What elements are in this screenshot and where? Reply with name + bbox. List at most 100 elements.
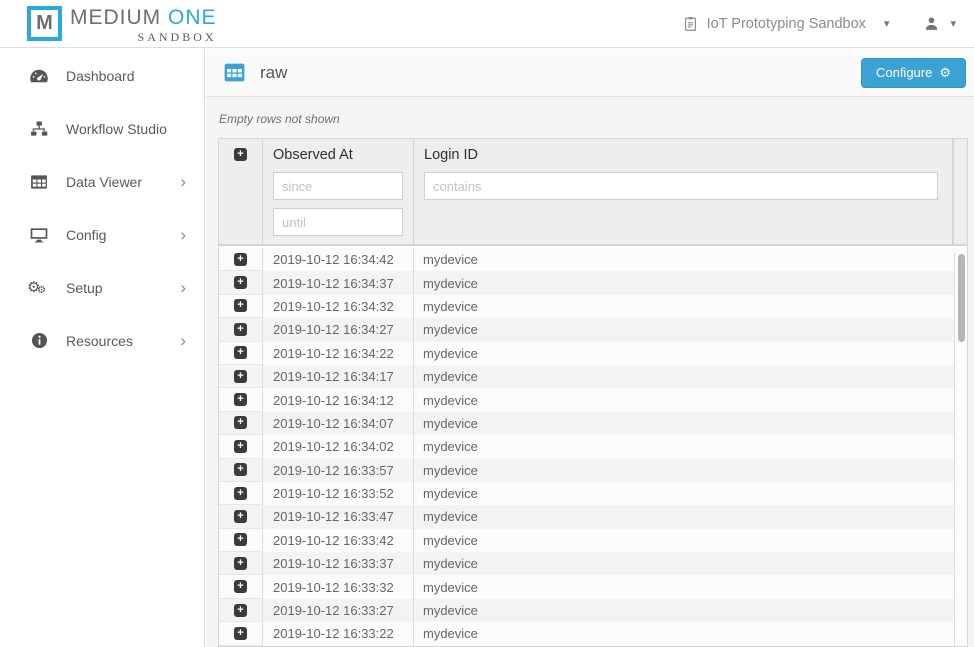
sidebar: Dashboard Workflow Studio Data Viewer › [0,49,205,647]
table-row: + 2019-10-12 16:34:37 mydevice [219,271,967,294]
row-login-id: mydevice [414,276,953,291]
expand-cell: + [219,552,263,575]
table-scrollbar-track[interactable] [954,252,967,646]
expand-row-button[interactable]: + [234,604,247,617]
row-login-id: mydevice [414,580,953,595]
expand-row-button[interactable]: + [234,533,247,546]
expand-row-button[interactable]: + [234,487,247,500]
data-table: + Observed At Login ID + 2019-10-12 16:3… [218,138,968,647]
row-login-id: mydevice [414,486,953,501]
expand-cell: + [219,622,263,645]
expand-cell: + [219,248,263,271]
sidebar-item-label: Config [66,227,106,243]
expand-all-button[interactable]: + [234,148,247,161]
expand-row-button[interactable]: + [234,276,247,289]
expand-row-button[interactable]: + [234,416,247,429]
row-observed-at: 2019-10-12 16:34:07 [263,412,414,435]
table-row: + 2019-10-12 16:34:22 mydevice [219,342,967,365]
row-observed-at: 2019-10-12 16:33:47 [263,505,414,528]
user-icon [923,15,940,32]
expand-row-button[interactable]: + [234,440,247,453]
table-row: + 2019-10-12 16:33:27 mydevice [219,599,967,622]
logo-text: MEDIUM ONE SANDBOX [70,6,217,45]
observed-at-column-label: Observed At [273,147,403,163]
expand-all-cell: + [219,139,263,244]
row-login-id: mydevice [414,393,953,408]
expand-row-button[interactable]: + [234,557,247,570]
sidebar-item-label: Dashboard [66,68,135,84]
chevron-right-icon: › [180,226,186,243]
row-observed-at: 2019-10-12 16:34:17 [263,365,414,388]
brand-accent: ONE [168,6,217,29]
table-icon [28,172,50,192]
row-login-id: mydevice [414,439,953,454]
row-observed-at: 2019-10-12 16:34:42 [263,248,414,271]
contains-filter-input[interactable] [424,172,938,200]
sidebar-item-dashboard[interactable]: Dashboard [0,49,204,102]
until-filter-input[interactable] [273,208,403,236]
expand-cell: + [219,342,263,365]
expand-row-button[interactable]: + [234,299,247,312]
row-login-id: mydevice [414,252,953,267]
expand-row-button[interactable]: + [234,627,247,640]
expand-row-button[interactable]: + [234,580,247,593]
table-row: + 2019-10-12 16:34:42 mydevice [219,248,967,271]
sidebar-item-resources[interactable]: Resources › [0,314,204,367]
sidebar-item-label: Setup [66,280,103,296]
row-login-id: mydevice [414,322,953,337]
row-observed-at: 2019-10-12 16:33:52 [263,482,414,505]
since-filter-input[interactable] [273,172,403,200]
expand-cell: + [219,599,263,622]
configure-button[interactable]: Configure ⚙ [861,58,966,88]
expand-row-button[interactable]: + [234,346,247,359]
brand-primary: MEDIUM [70,6,161,29]
expand-cell: + [219,575,263,598]
expand-cell: + [219,295,263,318]
medium-one-logo[interactable]: M MEDIUM ONE SANDBOX [27,6,217,45]
row-observed-at: 2019-10-12 16:33:32 [263,575,414,598]
user-menu-dropdown[interactable]: ▾ [923,15,956,32]
sidebar-item-data-viewer[interactable]: Data Viewer › [0,155,204,208]
expand-row-button[interactable]: + [234,510,247,523]
sidebar-item-label: Workflow Studio [66,121,167,137]
table-row: + 2019-10-12 16:34:12 mydevice [219,388,967,411]
login-id-header-cell: Login ID [414,139,953,244]
expand-row-button[interactable]: + [234,370,247,383]
row-observed-at: 2019-10-12 16:34:22 [263,342,414,365]
table-row: + 2019-10-12 16:33:32 mydevice [219,575,967,598]
row-login-id: mydevice [414,416,953,431]
row-login-id: mydevice [414,299,953,314]
table-row: + 2019-10-12 16:33:57 mydevice [219,459,967,482]
login-id-column-label: Login ID [424,147,942,163]
row-login-id: mydevice [414,603,953,618]
gears-icon: ⚙⚙ [28,278,50,298]
table-row: + 2019-10-12 16:33:52 mydevice [219,482,967,505]
main-content: raw Configure ⚙ Empty rows not shown + O… [206,49,974,647]
sidebar-item-config[interactable]: Config › [0,208,204,261]
caret-down-icon: ▾ [950,17,956,30]
expand-row-button[interactable]: + [234,463,247,476]
table-row: + 2019-10-12 16:34:27 mydevice [219,318,967,341]
page-toolbar: raw Configure ⚙ [206,49,974,97]
row-observed-at: 2019-10-12 16:33:42 [263,529,414,552]
chevron-right-icon: › [180,173,186,190]
sidebar-item-setup[interactable]: ⚙⚙ Setup › [0,261,204,314]
sidebar-item-workflow-studio[interactable]: Workflow Studio [0,102,204,155]
observed-at-header-cell: Observed At [263,139,414,244]
row-observed-at: 2019-10-12 16:34:02 [263,435,414,458]
table-row: + 2019-10-12 16:34:17 mydevice [219,365,967,388]
expand-row-button[interactable]: + [234,393,247,406]
clipboard-icon [682,15,699,32]
chevron-right-icon: › [180,279,186,296]
expand-row-button[interactable]: + [234,323,247,336]
row-login-id: mydevice [414,626,953,641]
monitor-icon [28,225,50,245]
configure-button-label: Configure [876,65,932,80]
table-scrollbar-thumb[interactable] [958,254,965,342]
empty-rows-note: Empty rows not shown [206,97,974,138]
expand-row-button[interactable]: + [234,253,247,266]
expand-cell: + [219,271,263,294]
row-login-id: mydevice [414,556,953,571]
org-selector-dropdown[interactable]: IoT Prototyping Sandbox ▾ [682,15,890,32]
logo-mark-icon: M [27,6,62,41]
